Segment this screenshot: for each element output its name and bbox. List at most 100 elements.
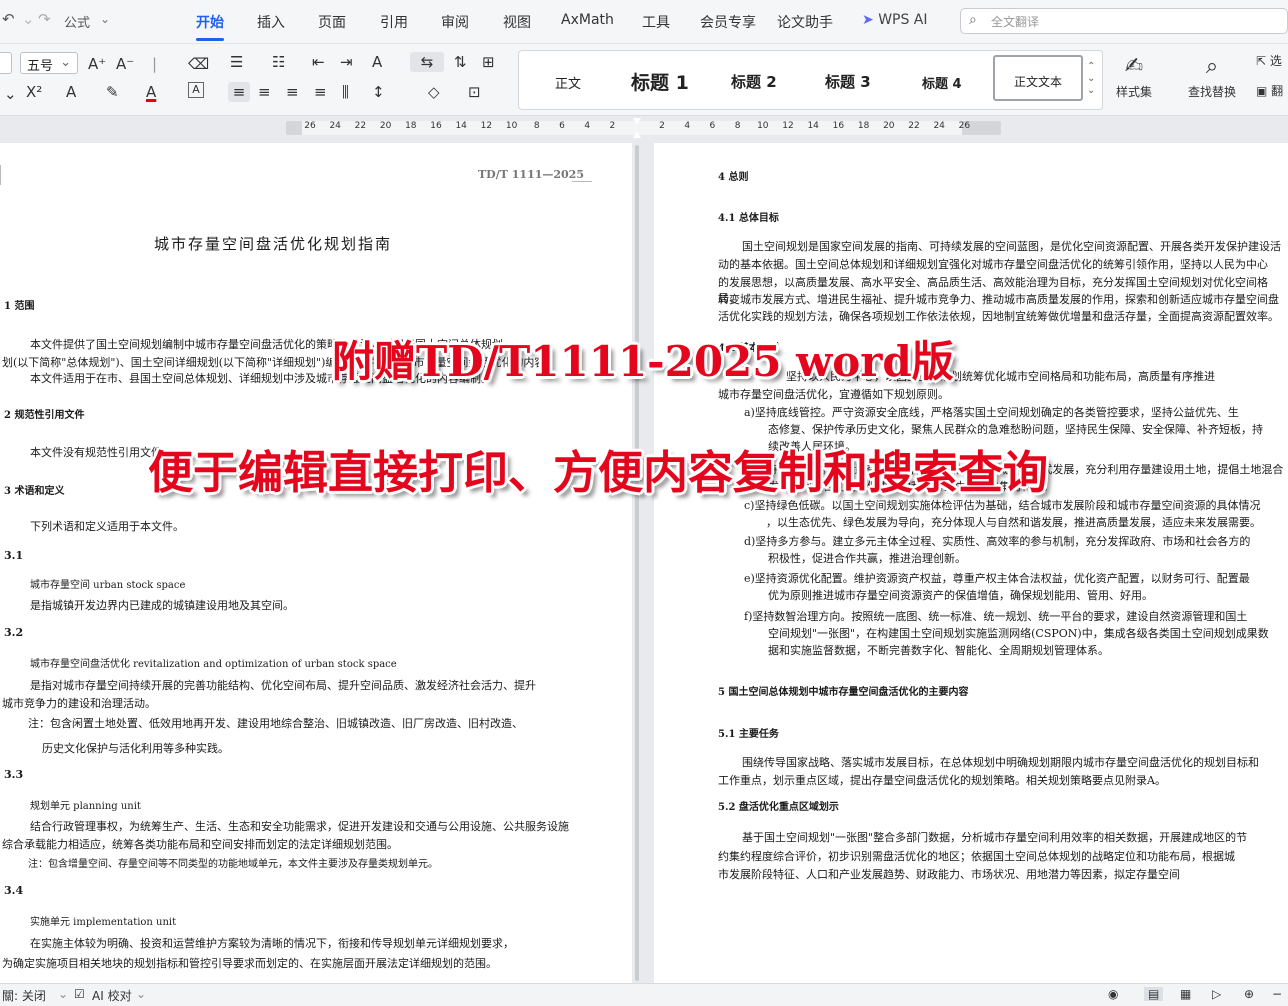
vertical-scrollbar[interactable] [635,145,639,981]
term-note: 历史文化保护与活化利用等多种实践。 [42,742,229,755]
status-left-toggle[interactable]: 關: 关闭 [2,987,46,1004]
list-item: d)坚持多方参与。建立多元主体全过程、实质性、高效率的参与机制，充分发挥政府、市… [744,535,1251,548]
gallery-scroll-icon[interactable]: ⌃ ⌄ ⌄ [1087,61,1095,97]
strikethrough-icon[interactable]: ⌄ [4,84,17,104]
chevron-down-icon[interactable]: ⌄ [136,987,146,1001]
tab-tools[interactable]: 工具 [642,12,670,32]
ruler-tick: 20 [379,121,392,131]
ruler-tick: 2 [609,121,616,131]
font-family-dropdown[interactable] [0,52,12,74]
left-page: TD/T 1111—2025 城市存量空间盘活优化规划指南 1 范围 本文件提供… [0,143,632,983]
select-button[interactable]: ⇱ 选 [1256,52,1288,69]
term-definition: 是指城镇开发边界内已建成的城镇建设用地及其空间。 [30,599,294,612]
status-bar: 關: 关闭 ⌄ ☑ AI 校对 ⌄ ◉ ▤ ▦ ▷ ⊕ − [0,983,1288,1006]
search-input[interactable]: ⌕ 全文翻译 [960,8,1288,34]
asian-layout-icon[interactable]: A [372,52,382,72]
ruler-tick: 18 [405,121,417,131]
eye-protection-icon[interactable]: ◉ [1108,987,1118,1001]
bullet-list-icon[interactable]: ☰ [230,52,243,72]
ruler-tick: 4 [684,121,691,131]
tab-page[interactable]: 页面 [318,12,346,32]
style-heading-3[interactable]: 标题 3 [825,71,871,92]
increase-indent-icon[interactable]: ⇥ [340,52,353,72]
style-heading-2[interactable]: 标题 2 [731,71,777,92]
numbered-list-icon[interactable]: ☷ [272,52,285,72]
font-size-dropdown[interactable]: 五号 ⌄ [20,52,78,74]
ruler[interactable]: 26 24 22 20 18 16 14 12 10 8 6 4 2 2 4 6 8 10 12 14 16 18 20 22… [0,118,1288,140]
wps-ai-label: WPS AI [878,12,928,28]
translate-button[interactable]: ▣ 翻 [1256,82,1288,99]
justify-icon[interactable]: ≡ [314,82,327,102]
cursor-icon: ⇱ [1256,54,1267,68]
find-replace-label: 查找替换 [1187,85,1236,99]
chevron-down-icon[interactable]: ⌄ [100,12,110,26]
subsection-heading: 4.1 总体目标 [718,213,779,224]
section-heading: 2 规范性引用文件 [4,410,85,421]
style-set-button[interactable]: ✍ 样式集 [1108,54,1160,100]
line-spacing-icon[interactable]: ↕ [372,82,385,102]
borders-icon[interactable]: ⊡ [468,82,481,102]
list-item: 态修复、保护传承历史文化，聚焦人民群众的急难愁盼问题，坚持民生保障、安全保障、补… [768,423,1263,436]
play-icon[interactable]: ▷ [1212,987,1221,1001]
tab-view[interactable]: 视图 [503,12,531,32]
ruler-tick: 6 [709,121,716,131]
globe-icon[interactable]: ⊕ [1244,987,1254,1001]
distributed-icon[interactable]: ⫼ [342,82,349,102]
ai-proofread-icon[interactable]: ☑ [74,987,85,1001]
ruler-tick: 12 [480,121,493,131]
align-center-icon[interactable]: ≡ [258,82,271,102]
term-definition: 为确定实施项目相关地块的规划指标和管控引导要求而划定的、在实施层面开展法定详细规… [2,957,497,970]
text-direction-icon[interactable]: ⇆ [410,52,444,72]
align-left-icon[interactable]: ≡ [228,82,250,102]
grow-font-icon[interactable]: A⁺ [88,54,106,74]
align-right-icon[interactable]: ≡ [286,82,299,102]
find-replace-button[interactable]: ⌕ 查找替换 [1180,54,1244,100]
char-border-icon[interactable]: A [188,82,204,98]
indent-marker[interactable] [633,118,641,140]
superscript-icon[interactable]: X² [26,82,42,102]
shrink-font-icon[interactable]: A⁻ [116,54,134,74]
decrease-indent-icon[interactable]: ⇤ [312,52,325,72]
redo-icon[interactable]: ↷ [38,10,51,28]
undo-icon[interactable]: ↶ [2,10,15,28]
separator: | [152,55,158,73]
style-heading-1[interactable]: 标题 1 [631,68,689,95]
ruler-tick: 22 [908,121,920,131]
style-heading-4[interactable]: 标题 4 [922,73,962,92]
chevron-down-icon[interactable]: ⌄ [58,987,68,1001]
paragraph: 活优化实践的规划方法，确保各项规划工作依法依规，因地制宜统筹做优增量和盘活存量，… [718,310,1279,323]
ruler-tick: 14 [807,121,819,131]
web-view-icon[interactable]: ▦ [1180,987,1191,1001]
quick-access-formula[interactable]: 公式 [64,12,90,31]
search-placeholder: 全文翻译 [991,15,1040,29]
tab-home[interactable]: 开始 [196,12,224,41]
style-normal[interactable]: 正文 [555,73,581,92]
page-view-icon[interactable]: ▤ [1144,987,1164,1001]
translate-icon: ▣ [1256,84,1268,98]
style-body-text[interactable]: 正文文本 [993,55,1083,101]
style-set-label: 样式集 [1115,85,1152,99]
tab-review[interactable]: 审阅 [441,12,469,32]
shading-icon[interactable]: ◇ [428,82,440,102]
tab-member[interactable]: 会员专享 [700,12,756,32]
clear-format-icon[interactable]: ⌫ [188,54,209,74]
zoom-out-icon[interactable]: − [1272,987,1282,1001]
highlight-icon[interactable]: ✎ [106,82,119,102]
show-marks-icon[interactable]: ⊞ [482,52,495,72]
tab-references[interactable]: 引用 [380,12,408,32]
font-color-icon[interactable]: A [146,82,156,102]
ai-proofread-label[interactable]: AI 校对 [92,987,132,1004]
term-definition: 是指对城市存量空间持续开展的完善功能结构、优化空间布局、提升空间品质、激发经济社… [30,679,536,692]
tab-thesis-assistant[interactable]: 论文助手 [777,12,833,32]
undo-dropdown-icon[interactable]: ⌄ [22,10,35,28]
tab-axmath[interactable]: AxMath [561,12,614,28]
ruler-tick: 10 [505,121,518,131]
sort-icon[interactable]: ⇅ [454,52,467,72]
ruler-tick: 4 [584,121,591,131]
tab-insert[interactable]: 插入 [257,12,285,32]
ruler-tick: 16 [430,121,442,131]
search-icon: ⌕ [969,12,977,28]
ruler-tick: 6 [559,121,565,131]
tab-wps-ai[interactable]: ➤ WPS AI [862,12,928,28]
text-effect-icon[interactable]: A [66,82,76,102]
